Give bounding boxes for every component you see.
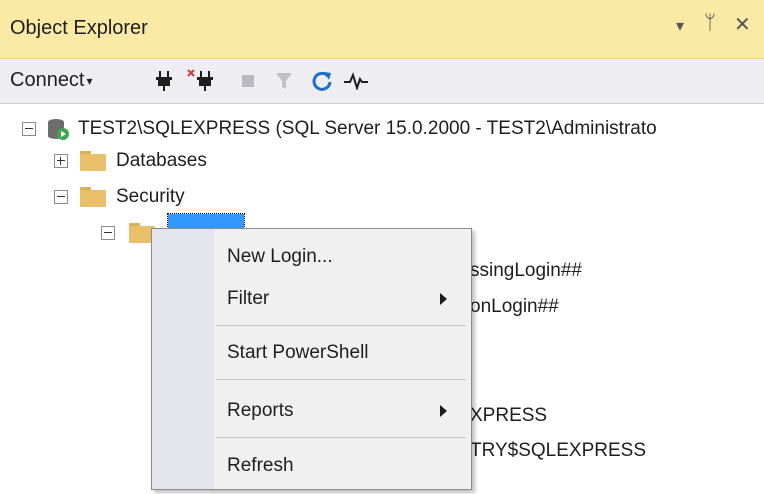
menu-separator [216, 325, 466, 326]
collapse-toggle-icon[interactable] [22, 122, 36, 136]
folder-icon [80, 151, 106, 171]
disconnect-plug-icon[interactable] [186, 65, 218, 97]
submenu-arrow-icon [440, 293, 447, 305]
databases-label: Databases [116, 150, 207, 171]
tree-node-logins[interactable] [101, 218, 155, 248]
tree-node-server[interactable]: TEST2\SQLEXPRESS (SQL Server 15.0.2000 -… [22, 114, 657, 144]
tree-node-security[interactable]: Security [54, 182, 185, 212]
menu-separator [216, 379, 466, 380]
login-item-partial[interactable]: onLogin## [470, 296, 559, 318]
menu-item-label: New Login... [227, 246, 333, 267]
tree-node-databases[interactable]: Databases [54, 146, 207, 176]
login-item-partial[interactable]: XPRESS [470, 405, 547, 427]
server-label: TEST2\SQLEXPRESS (SQL Server 15.0.2000 -… [78, 118, 657, 139]
menu-item-start-powershell[interactable]: Start PowerShell [152, 335, 471, 371]
expand-toggle-icon[interactable] [54, 154, 68, 168]
close-icon[interactable]: ✕ [734, 12, 751, 37]
menu-item-refresh[interactable]: Refresh [152, 448, 471, 484]
auto-hide-pin-icon[interactable]: ᛘ [704, 12, 716, 35]
login-item-partial[interactable]: TRY$SQLEXPRESS [470, 440, 646, 462]
submenu-arrow-icon [440, 405, 447, 417]
context-menu: New Login... Filter Start PowerShell Rep… [151, 228, 472, 490]
collapse-toggle-icon[interactable] [54, 190, 68, 204]
security-label: Security [116, 186, 185, 207]
chevron-down-icon: ▾ [86, 73, 93, 88]
menu-item-new-login[interactable]: New Login... [152, 239, 471, 275]
window-position-dropdown-icon[interactable]: ▾ [676, 16, 684, 36]
menu-item-label: Reports [227, 400, 294, 421]
collapse-toggle-icon[interactable] [101, 226, 115, 240]
connect-button[interactable]: Connect ▾ [10, 69, 93, 92]
menu-item-reports[interactable]: Reports [152, 393, 471, 429]
object-explorer-titlebar: Object Explorer ▾ ᛘ ✕ [0, 0, 764, 59]
object-explorer-toolbar: Connect ▾ [0, 59, 764, 104]
menu-item-label: Start PowerShell [227, 342, 369, 363]
menu-item-filter[interactable]: Filter [152, 281, 471, 317]
menu-item-label: Refresh [227, 455, 294, 476]
activity-monitor-icon[interactable] [340, 65, 372, 97]
folder-icon [80, 187, 106, 207]
stop-icon[interactable] [232, 65, 264, 97]
menu-separator [216, 437, 466, 438]
login-item-partial[interactable]: ssingLogin## [470, 260, 582, 282]
connect-label: Connect [10, 69, 85, 91]
connect-plug-icon[interactable] [148, 65, 180, 97]
panel-title: Object Explorer [10, 17, 148, 39]
filter-icon[interactable] [268, 65, 300, 97]
database-server-icon [46, 117, 70, 141]
refresh-icon[interactable] [306, 65, 338, 97]
menu-item-label: Filter [227, 288, 270, 309]
